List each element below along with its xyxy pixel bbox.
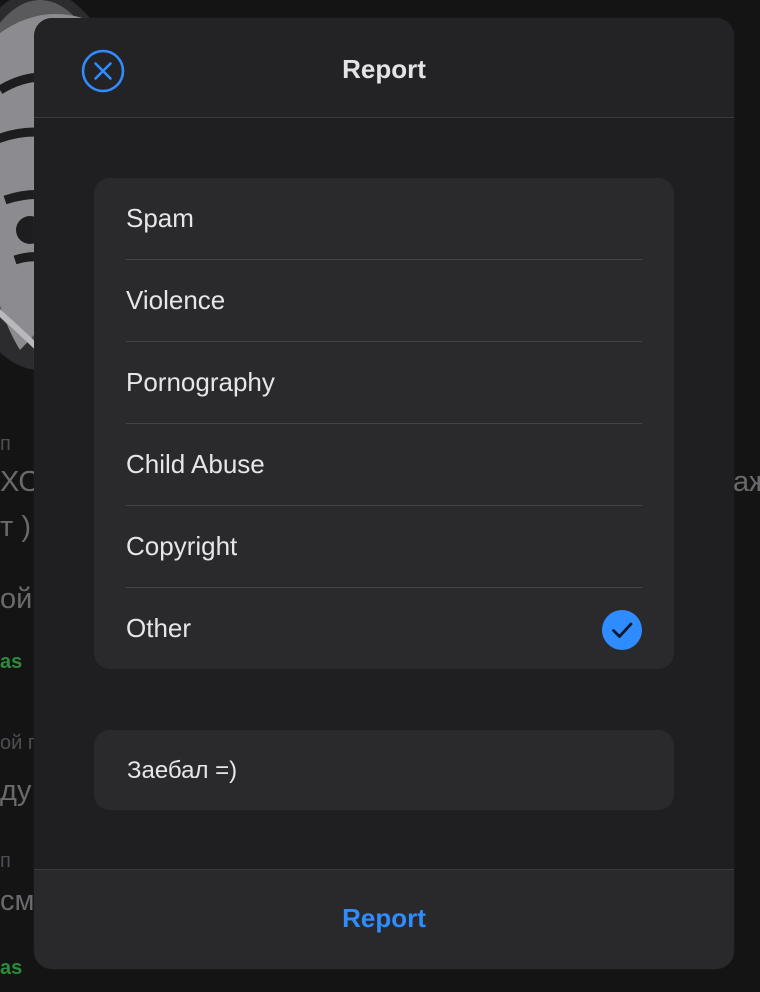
background-text: ду bbox=[0, 775, 32, 807]
report-modal: Report Spam Violence Pornography Child A… bbox=[34, 18, 734, 969]
comment-value: Заебал =) bbox=[127, 757, 238, 784]
option-spam[interactable]: Spam bbox=[126, 178, 642, 260]
option-label: Copyright bbox=[126, 531, 238, 561]
report-button[interactable]: Report bbox=[34, 903, 734, 934]
background-text: ой п bbox=[0, 732, 39, 754]
background-text: т ) bbox=[0, 511, 31, 543]
option-label: Pornography bbox=[126, 367, 275, 397]
option-other[interactable]: Other bbox=[126, 588, 642, 670]
background-text: ой bbox=[0, 583, 33, 615]
option-violence[interactable]: Violence bbox=[126, 260, 642, 342]
option-child-abuse[interactable]: Child Abuse bbox=[126, 424, 642, 506]
report-reason-list: Spam Violence Pornography Child Abuse Co… bbox=[94, 178, 674, 669]
modal-title: Report bbox=[342, 54, 426, 84]
modal-footer: Report bbox=[34, 869, 734, 969]
option-label: Spam bbox=[126, 203, 194, 233]
background-text: as bbox=[0, 651, 23, 673]
modal-header: Report bbox=[34, 18, 734, 118]
background-text: п bbox=[0, 850, 11, 872]
option-label: Child Abuse bbox=[126, 449, 265, 479]
background-text: as bbox=[0, 957, 23, 979]
option-copyright[interactable]: Copyright bbox=[126, 506, 642, 588]
background-text: см bbox=[0, 885, 35, 917]
option-pornography[interactable]: Pornography bbox=[126, 342, 642, 424]
background-text: аж bbox=[733, 466, 760, 498]
background-text: п bbox=[0, 433, 11, 455]
checkmark-circle-icon bbox=[602, 610, 642, 650]
option-label: Violence bbox=[126, 285, 226, 315]
option-label: Other bbox=[126, 613, 192, 643]
comment-field[interactable]: Заебал =) bbox=[94, 730, 674, 810]
